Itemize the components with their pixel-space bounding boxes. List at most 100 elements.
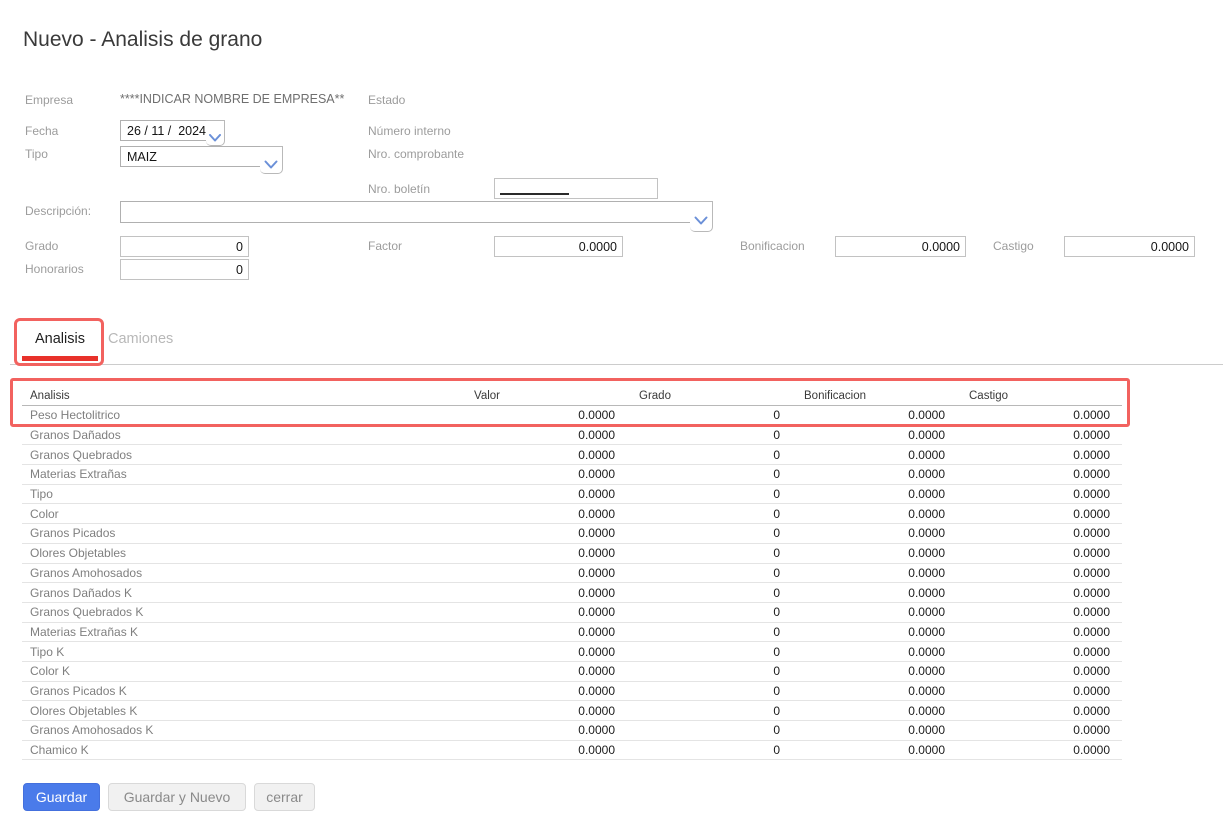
descripcion-select-box[interactable] (120, 201, 691, 223)
descripcion-dropdown-button[interactable] (690, 201, 713, 232)
row-grado-cell: 0 (627, 428, 792, 442)
row-grado-cell: 0 (627, 546, 792, 560)
empresa-value: ****INDICAR NOMBRE DE EMPRESA** (120, 92, 344, 106)
nro-comprobante-label: Nro. comprobante (368, 147, 464, 161)
table-row[interactable]: Granos Amohosados0.000000.00000.0000 (22, 564, 1122, 584)
table-row[interactable]: Granos Quebrados0.000000.00000.0000 (22, 445, 1122, 465)
row-grado-cell: 0 (627, 487, 792, 501)
row-bonificacion-cell: 0.0000 (792, 723, 957, 737)
row-castigo-cell: 0.0000 (957, 428, 1122, 442)
table-row[interactable]: Tipo K0.000000.00000.0000 (22, 642, 1122, 662)
row-grado-cell: 0 (627, 408, 792, 422)
row-bonificacion-cell: 0.0000 (792, 625, 957, 639)
fecha-dropdown-button[interactable] (206, 120, 225, 146)
close-button[interactable]: cerrar (254, 783, 315, 811)
table-row[interactable]: Granos Picados0.000000.00000.0000 (22, 524, 1122, 544)
nro-boletin-input[interactable] (494, 178, 658, 199)
tipo-label: Tipo (25, 147, 48, 161)
row-valor-cell: 0.0000 (462, 664, 627, 678)
tab-analisis[interactable]: Analisis (35, 331, 85, 347)
column-header-analisis: Analisis (22, 390, 462, 402)
factor-input[interactable] (494, 236, 623, 257)
column-header-castigo: Castigo (957, 390, 1122, 402)
castigo-label: Castigo (993, 239, 1034, 253)
row-bonificacion-cell: 0.0000 (792, 487, 957, 501)
table-row[interactable]: Granos Dañados0.000000.00000.0000 (22, 426, 1122, 446)
row-castigo-cell: 0.0000 (957, 526, 1122, 540)
estado-label: Estado (368, 93, 405, 107)
row-castigo-cell: 0.0000 (957, 605, 1122, 619)
row-valor-cell: 0.0000 (462, 566, 627, 580)
table-row[interactable]: Peso Hectolitrico0.000000.00000.0000 (22, 406, 1122, 426)
row-analisis-name: Tipo K (22, 645, 462, 659)
table-row[interactable]: Granos Amohosados K0.000000.00000.0000 (22, 721, 1122, 741)
row-castigo-cell: 0.0000 (957, 743, 1122, 757)
row-castigo-cell: 0.0000 (957, 664, 1122, 678)
tipo-dropdown-button[interactable] (260, 146, 283, 174)
table-row[interactable]: Olores Objetables0.000000.00000.0000 (22, 544, 1122, 564)
table-row[interactable]: Granos Dañados K0.000000.00000.0000 (22, 583, 1122, 603)
row-grado-cell: 0 (627, 507, 792, 521)
row-valor-cell: 0.0000 (462, 586, 627, 600)
table-row[interactable]: Materias Extrañas K0.000000.00000.0000 (22, 623, 1122, 643)
row-valor-cell: 0.0000 (462, 743, 627, 757)
row-bonificacion-cell: 0.0000 (792, 743, 957, 757)
table-row[interactable]: Tipo0.000000.00000.0000 (22, 485, 1122, 505)
row-castigo-cell: 0.0000 (957, 448, 1122, 462)
analisis-table: Analisis Valor Grado Bonificacion Castig… (22, 386, 1122, 760)
row-analisis-name: Color K (22, 664, 462, 678)
save-and-new-button[interactable]: Guardar y Nuevo (108, 783, 246, 811)
tipo-select[interactable]: MAIZ (120, 146, 283, 175)
table-row[interactable]: Olores Objetables K0.000000.00000.0000 (22, 701, 1122, 721)
descripcion-select[interactable] (120, 201, 713, 233)
row-valor-cell: 0.0000 (462, 467, 627, 481)
table-row[interactable]: Granos Picados K0.000000.00000.0000 (22, 682, 1122, 702)
row-grado-cell: 0 (627, 684, 792, 698)
fecha-select[interactable]: 26 / 11 / 2024 (120, 120, 225, 147)
nro-boletin-label: Nro. boletín (368, 182, 430, 196)
page-title: Nuevo - Analisis de grano (23, 28, 262, 52)
row-grado-cell: 0 (627, 704, 792, 718)
numero-interno-label: Número interno (368, 124, 451, 138)
row-valor-cell: 0.0000 (462, 428, 627, 442)
chevron-down-icon (264, 160, 278, 169)
honorarios-input[interactable] (120, 259, 249, 280)
row-castigo-cell: 0.0000 (957, 684, 1122, 698)
row-castigo-cell: 0.0000 (957, 566, 1122, 580)
save-button[interactable]: Guardar (23, 783, 100, 811)
row-valor-cell: 0.0000 (462, 684, 627, 698)
nro-boletin-placeholder-line (500, 193, 569, 195)
tipo-select-value: MAIZ (127, 150, 157, 164)
table-row[interactable]: Granos Quebrados K0.000000.00000.0000 (22, 603, 1122, 623)
row-valor-cell: 0.0000 (462, 507, 627, 521)
row-grado-cell: 0 (627, 645, 792, 659)
row-valor-cell: 0.0000 (462, 546, 627, 560)
row-castigo-cell: 0.0000 (957, 586, 1122, 600)
table-header-row: Analisis Valor Grado Bonificacion Castig… (22, 386, 1122, 406)
row-grado-cell: 0 (627, 448, 792, 462)
row-analisis-name: Peso Hectolitrico (22, 408, 462, 422)
table-row[interactable]: Chamico K0.000000.00000.0000 (22, 741, 1122, 761)
castigo-input[interactable] (1064, 236, 1195, 257)
row-bonificacion-cell: 0.0000 (792, 408, 957, 422)
table-row[interactable]: Color K0.000000.00000.0000 (22, 662, 1122, 682)
row-valor-cell: 0.0000 (462, 645, 627, 659)
row-analisis-name: Granos Quebrados K (22, 605, 462, 619)
row-bonificacion-cell: 0.0000 (792, 507, 957, 521)
row-valor-cell: 0.0000 (462, 723, 627, 737)
row-grado-cell: 0 (627, 664, 792, 678)
column-header-valor: Valor (462, 390, 627, 402)
grado-input[interactable] (120, 236, 249, 257)
tipo-select-box[interactable]: MAIZ (120, 146, 261, 167)
bonificacion-input[interactable] (835, 236, 966, 257)
bonificacion-label: Bonificacion (740, 239, 805, 253)
fecha-select-value: 26 / 11 / 2024 (127, 124, 206, 138)
row-bonificacion-cell: 0.0000 (792, 546, 957, 560)
table-row[interactable]: Color0.000000.00000.0000 (22, 504, 1122, 524)
chevron-down-icon (694, 216, 708, 225)
fecha-select-box[interactable]: 26 / 11 / 2024 (120, 120, 207, 141)
row-castigo-cell: 0.0000 (957, 625, 1122, 639)
tab-camiones[interactable]: Camiones (108, 331, 173, 347)
row-grado-cell: 0 (627, 566, 792, 580)
table-row[interactable]: Materias Extrañas0.000000.00000.0000 (22, 465, 1122, 485)
